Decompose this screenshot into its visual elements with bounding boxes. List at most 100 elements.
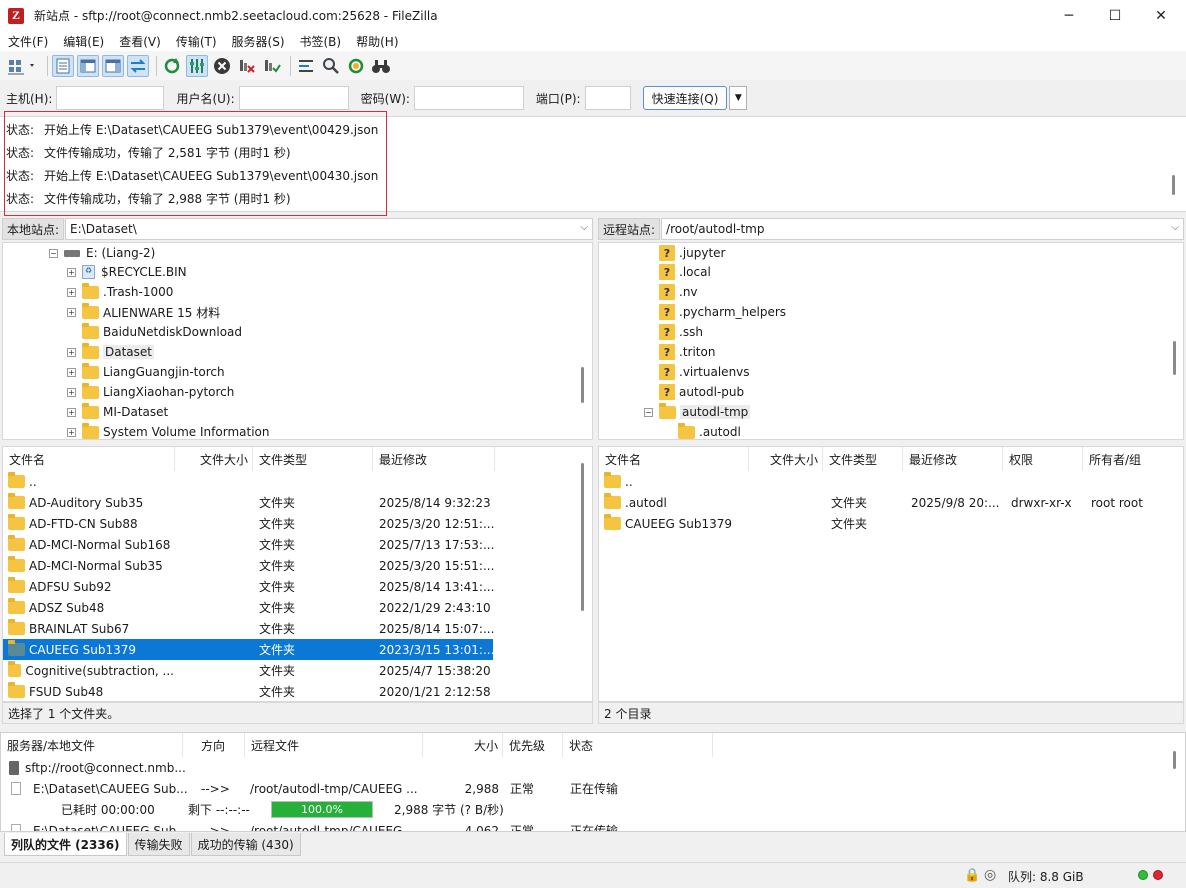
expand-icon[interactable]: +	[67, 387, 76, 397]
column-header-modified[interactable]: 最近修改	[903, 447, 1003, 471]
remote-tree-scrollbar[interactable]	[1173, 341, 1176, 375]
toggle-log-icon[interactable]	[52, 54, 74, 77]
cancel-icon[interactable]	[211, 55, 233, 77]
file-row[interactable]: ..	[599, 471, 1183, 492]
file-row[interactable]: Cognitive(subtraction, ... 文件夹 2025/4/7 15…	[3, 660, 493, 681]
file-row[interactable]: ..	[3, 471, 493, 492]
lock-icon[interactable]: 🔒	[964, 868, 980, 883]
expand-icon[interactable]: +	[67, 407, 76, 417]
toggle-remote-tree-icon[interactable]	[102, 54, 124, 77]
expand-icon[interactable]: +	[67, 427, 76, 437]
file-row[interactable]: AD-MCI-Normal Sub168 文件夹 2025/7/13 17:53:.…	[3, 534, 494, 555]
reconnect-icon[interactable]	[261, 55, 283, 77]
column-header-priority[interactable]: 优先级	[503, 733, 563, 757]
menu-edit[interactable]: 编辑(E)	[55, 33, 111, 50]
column-header-owner[interactable]: 所有者/组	[1083, 447, 1183, 471]
tree-item[interactable]: + ♻ $RECYCLE.BIN	[67, 262, 187, 282]
menu-server[interactable]: 服务器(S)	[224, 33, 292, 50]
tab-successful-transfers[interactable]: 成功的传输 (430)	[190, 833, 301, 856]
maximize-button[interactable]: ☐	[1092, 0, 1138, 31]
tree-item[interactable]: + LiangXiaohan-pytorch	[67, 382, 234, 402]
tree-item[interactable]: .autodl	[678, 422, 741, 439]
remote-tree[interactable]: ? .jupyter ? .local ? .nv ? .pycharm_helpers…	[598, 242, 1184, 440]
disconnect-icon[interactable]	[236, 55, 258, 77]
log-scrollbar[interactable]	[1172, 175, 1175, 195]
tree-item[interactable]: ? .jupyter	[659, 243, 726, 263]
file-row[interactable]: AD-FTD-CN Sub88 文件夹 2025/3/20 12:51:...	[3, 513, 494, 534]
tree-item[interactable]: ? autodl-pub	[659, 382, 744, 402]
tree-item[interactable]: ? .ssh	[659, 322, 703, 342]
chevron-down-icon[interactable]: ⌵	[1171, 222, 1179, 233]
toggle-local-tree-icon[interactable]	[77, 54, 99, 77]
tree-item[interactable]: ? .virtualenvs	[659, 362, 750, 382]
tree-item[interactable]: + MI-Dataset	[67, 402, 168, 422]
local-path-input[interactable]: E:\Dataset\ ⌵	[65, 218, 593, 240]
file-row[interactable]: FSUD Sub48 文件夹 2020/1/21 2:12:58	[3, 681, 493, 701]
expand-icon[interactable]: +	[67, 287, 76, 297]
column-header-modified[interactable]: 最近修改	[373, 447, 495, 471]
minimize-button[interactable]: ─	[1046, 0, 1092, 31]
speed-limit-icon[interactable]: ◎	[984, 867, 996, 883]
menu-view[interactable]: 查看(V)	[111, 33, 168, 50]
remote-file-list[interactable]: 文件名 文件大小 文件类型 最近修改 权限 所有者/组 ^ .. .autodl…	[598, 446, 1184, 702]
column-header-local-file[interactable]: 服务器/本地文件	[1, 733, 183, 757]
tree-item[interactable]: + .Trash-1000	[67, 282, 173, 302]
file-row[interactable]: CAUEEG Sub1379 文件夹	[599, 513, 1183, 534]
menu-file[interactable]: 文件(F)	[0, 33, 55, 50]
file-row[interactable]: AD-Auditory Sub35 文件夹 2025/8/14 9:32:23	[3, 492, 493, 513]
tree-item[interactable]: ? .triton	[659, 342, 715, 362]
local-list-scrollbar[interactable]	[581, 463, 584, 611]
site-manager-icon[interactable]	[6, 55, 40, 77]
queue-row[interactable]: E:\Dataset\CAUEEG Sub... -->> /root/auto…	[1, 778, 701, 799]
queue-server-row[interactable]: sftp://root@connect.nmb...	[1, 757, 701, 778]
column-header-size[interactable]: 文件大小	[749, 447, 823, 471]
file-row[interactable]: ADSZ Sub48 文件夹 2022/1/29 2:43:10	[3, 597, 493, 618]
column-header-size[interactable]: 文件大小	[175, 447, 253, 471]
column-header-type[interactable]: 文件类型	[253, 447, 373, 471]
column-header-size[interactable]: 大小	[423, 733, 503, 757]
tree-item-drive[interactable]: − E: (Liang-2)	[49, 243, 155, 263]
tree-item[interactable]: + LiangGuangjin-torch	[67, 362, 225, 382]
refresh-icon[interactable]	[161, 55, 183, 77]
sync-browse-icon[interactable]	[345, 55, 367, 77]
quickconnect-button[interactable]: 快速连接(Q)	[642, 86, 728, 110]
expand-icon[interactable]: +	[67, 347, 76, 357]
queue-row[interactable]: E:\Dataset\CAUEEG Sub... -->> /root/auto…	[1, 820, 701, 831]
close-button[interactable]: ✕	[1138, 0, 1184, 31]
expand-icon[interactable]: +	[67, 367, 76, 377]
file-row[interactable]: BRAINLAT Sub67 文件夹 2025/8/14 15:07:...	[3, 618, 494, 639]
expand-icon[interactable]: +	[67, 307, 76, 317]
column-header-type[interactable]: 文件类型	[823, 447, 903, 471]
tree-item[interactable]: + System Volume Information	[67, 422, 269, 439]
compare-icon[interactable]	[320, 55, 342, 77]
tree-item[interactable]: ? .pycharm_helpers	[659, 302, 786, 322]
column-header-direction[interactable]: 方向	[183, 733, 245, 757]
column-header-remote-file[interactable]: 远程文件	[245, 733, 423, 757]
column-header-status[interactable]: 状态	[563, 733, 713, 757]
password-input[interactable]	[413, 86, 524, 110]
toggle-queue-icon[interactable]	[127, 54, 149, 77]
directory-listing-filters-icon[interactable]	[295, 55, 317, 77]
local-tree-scrollbar[interactable]	[581, 367, 584, 403]
file-row[interactable]: AD-MCI-Normal Sub35 文件夹 2025/3/20 15:51:..…	[3, 555, 494, 576]
collapse-icon[interactable]: −	[644, 407, 653, 417]
tree-item-selected[interactable]: − autodl-tmp	[644, 402, 751, 422]
local-tree[interactable]: − E: (Liang-2) + ♻ $RECYCLE.BIN + .Trash-100…	[2, 242, 593, 440]
collapse-icon[interactable]: −	[49, 248, 58, 258]
remote-path-input[interactable]: /root/autodl-tmp ⌵	[661, 218, 1184, 240]
port-input[interactable]	[584, 86, 631, 110]
tree-item[interactable]: + Dataset	[67, 342, 154, 362]
process-queue-icon[interactable]	[186, 54, 208, 77]
expand-icon[interactable]: +	[67, 267, 76, 277]
tree-item[interactable]: ? .nv	[659, 282, 698, 302]
column-header-permissions[interactable]: 权限	[1003, 447, 1083, 471]
file-row[interactable]: .autodl 文件夹 2025/9/8 20:... drwxr-xr-x root …	[599, 492, 1183, 513]
username-input[interactable]	[238, 86, 349, 110]
tab-queued-files[interactable]: 列队的文件 (2336)	[4, 833, 127, 856]
file-row[interactable]: ADFSU Sub92 文件夹 2025/8/14 13:41:...	[3, 576, 494, 597]
menu-bookmarks[interactable]: 书签(B)	[292, 33, 349, 50]
search-icon[interactable]	[370, 55, 392, 77]
tree-item[interactable]: + ALIENWARE 15 材料	[67, 302, 220, 322]
menu-transfer[interactable]: 传输(T)	[168, 33, 224, 50]
tab-failed-transfers[interactable]: 传输失败	[127, 833, 190, 856]
